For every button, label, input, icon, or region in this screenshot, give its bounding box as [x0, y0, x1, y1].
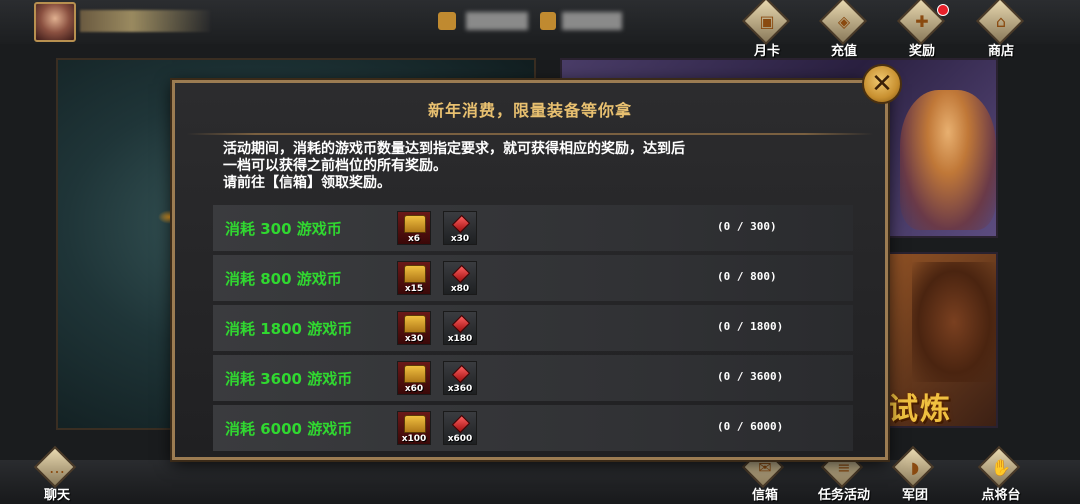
gem-item[interactable]: x360 [443, 361, 477, 395]
gem-icon [451, 264, 471, 284]
tier-progress: (0 / 300) [717, 220, 777, 233]
tier-progress: (0 / 3600) [717, 370, 784, 383]
resource-icon [540, 12, 556, 30]
tier-cost: 消耗 300 游戏币 [225, 220, 342, 238]
hand-icon: ✋ [991, 457, 1011, 477]
item-quantity: x30 [450, 234, 470, 244]
chest-icon [404, 265, 426, 283]
close-icon: ✕ [871, 69, 893, 99]
tier-cost: 消耗 1800 游戏币 [225, 320, 353, 338]
hero-portrait [900, 90, 996, 230]
general-stage-label: 点将台 [981, 488, 1021, 503]
recharge-button[interactable]: ◈ 充值 [811, 0, 877, 59]
gem-icon [451, 314, 471, 334]
gem-item[interactable]: x600 [443, 411, 477, 445]
legion-label: 军团 [901, 488, 928, 503]
tier-cost: 消耗 3600 游戏币 [225, 370, 353, 388]
description-line: 活动期间，消耗的游戏币数量达到指定要求，就可获得相应的奖励，达到后 [223, 141, 685, 157]
reward-tier-row: 消耗 1800 游戏币 x30 x180 (0 / 1800) [213, 305, 853, 351]
trial-banner-text[interactable]: 试炼 [888, 384, 952, 428]
player-name-redacted [80, 10, 210, 32]
item-quantity: x60 [404, 384, 424, 394]
month-card-label: 月卡 [753, 44, 780, 59]
shop-label: 商店 [987, 44, 1014, 59]
item-quantity: x80 [450, 284, 470, 294]
treasure-chest-item[interactable]: x60 [397, 361, 431, 395]
chest-icon [404, 315, 426, 333]
horse-rider-art [912, 262, 996, 382]
chest-icon [404, 215, 426, 233]
chat-label: 聊天 [43, 488, 70, 503]
gem-icon [451, 364, 471, 384]
legion-button[interactable]: ◗ 军团 [880, 445, 950, 504]
treasure-chest-item[interactable]: x30 [397, 311, 431, 345]
resource-icon [438, 12, 456, 30]
gift-icon: ✚ [915, 11, 929, 31]
gem-item[interactable]: x180 [443, 311, 477, 345]
tier-progress: (0 / 800) [717, 270, 777, 283]
chest-icon [404, 415, 426, 433]
avatar[interactable] [34, 2, 76, 42]
notification-dot [937, 4, 949, 16]
tier-progress: (0 / 6000) [717, 420, 784, 433]
gem-icon [451, 414, 471, 434]
event-dialog: 新年消费，限量装备等你拿 活动期间，消耗的游戏币数量达到指定要求，就可获得相应的… [172, 80, 888, 460]
gem-item[interactable]: x80 [443, 261, 477, 295]
rewards-button[interactable]: ✚ 奖励 [889, 0, 955, 59]
gem-item[interactable]: x30 [443, 211, 477, 245]
mailbox-label: 信箱 [751, 488, 778, 503]
treasure-chest-item[interactable]: x15 [397, 261, 431, 295]
item-quantity: x30 [404, 334, 424, 344]
shop-button[interactable]: ⌂ 商店 [968, 0, 1034, 59]
event-description: 活动期间，消耗的游戏币数量达到指定要求，就可获得相应的奖励，达到后 一档可以获得… [223, 141, 853, 192]
recharge-icon: ◈ [837, 11, 851, 31]
shop-icon: ⌂ [995, 11, 1007, 31]
resource-value-redacted [466, 12, 528, 30]
tier-cost: 消耗 800 游戏币 [225, 270, 342, 288]
treasure-chest-item[interactable]: x6 [397, 211, 431, 245]
item-quantity: x15 [404, 284, 424, 294]
item-quantity: x600 [447, 434, 473, 444]
item-quantity: x180 [447, 334, 473, 344]
chest-icon [404, 365, 426, 383]
item-quantity: x6 [407, 234, 421, 244]
tasks-label: 任务活动 [817, 488, 870, 503]
dialog-title: 新年消费，限量装备等你拿 [427, 101, 632, 120]
item-quantity: x360 [447, 384, 473, 394]
month-card-button[interactable]: ▣ 月卡 [734, 0, 800, 59]
description-line: 一档可以获得之前档位的所有奖励。 [223, 158, 447, 174]
reward-tier-list: 消耗 300 游戏币 x6 x30 (0 / 300) 消耗 800 游戏币 x… [213, 205, 853, 455]
close-button[interactable]: ✕ [862, 64, 902, 104]
tier-progress: (0 / 1800) [717, 320, 784, 333]
treasure-chest-item[interactable]: x100 [397, 411, 431, 445]
tier-cost: 消耗 6000 游戏币 [225, 420, 353, 438]
divider [187, 133, 873, 135]
rewards-label: 奖励 [908, 44, 935, 59]
reward-tier-row: 消耗 3600 游戏币 x60 x360 (0 / 3600) [213, 355, 853, 401]
reward-tier-row: 消耗 300 游戏币 x6 x30 (0 / 300) [213, 205, 853, 251]
item-quantity: x100 [401, 434, 427, 444]
chat-button[interactable]: … 聊天 [22, 445, 92, 504]
resource-value-redacted [562, 12, 622, 30]
recharge-label: 充值 [830, 44, 857, 59]
chat-bubble-icon: … [49, 457, 65, 477]
general-stage-button[interactable]: ✋ 点将台 [966, 445, 1036, 504]
gem-icon [451, 214, 471, 234]
month-card-icon: ▣ [759, 11, 775, 31]
reward-tier-row: 消耗 6000 游戏币 x100 x600 (0 / 6000) [213, 405, 853, 451]
reward-tier-row: 消耗 800 游戏币 x15 x80 (0 / 800) [213, 255, 853, 301]
horn-icon: ◗ [910, 457, 920, 477]
description-line: 请前往【信箱】领取奖励。 [223, 175, 391, 191]
